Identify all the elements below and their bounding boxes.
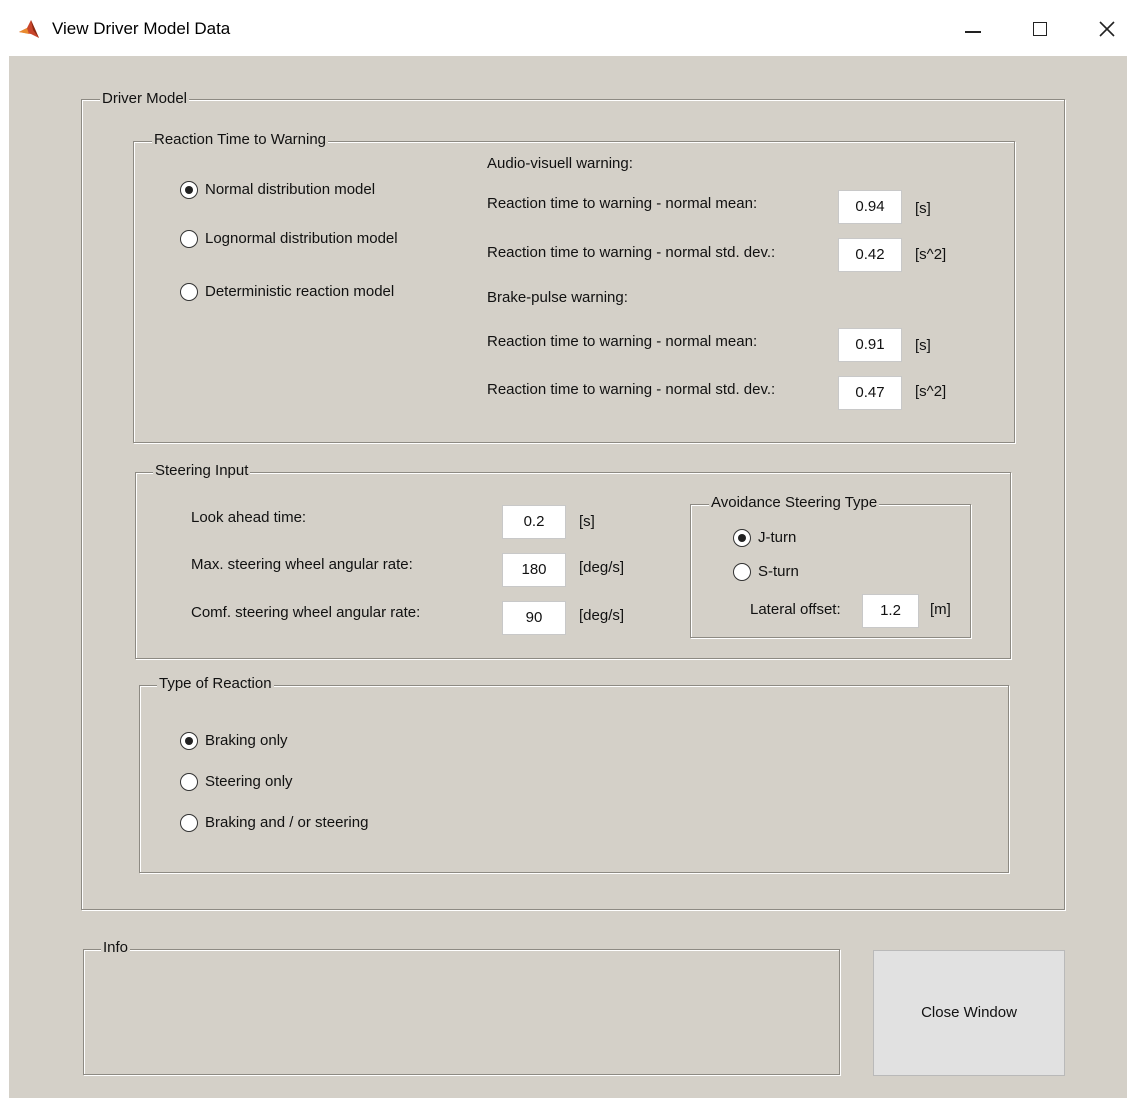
avoidance-steering-legend: Avoidance Steering Type (709, 494, 880, 512)
radio-circle (180, 230, 198, 248)
close-icon (1099, 21, 1115, 37)
lateral-offset-unit: [m] (930, 601, 951, 618)
av-std-label: Reaction time to warning - normal std. d… (487, 244, 776, 261)
lateral-offset-field[interactable]: 1.2 (862, 594, 919, 628)
title-bar: View Driver Model Data (0, 0, 1135, 56)
max-rate-field[interactable]: 180 (502, 553, 566, 587)
window-title: View Driver Model Data (52, 19, 231, 38)
radio-label: Braking only (205, 732, 288, 749)
av-mean-label: Reaction time to warning - normal mean: (487, 195, 758, 212)
maximize-button[interactable] (1017, 10, 1063, 46)
radio-label: S-turn (758, 563, 799, 580)
comf-rate-field[interactable]: 90 (502, 601, 566, 635)
radio-circle (180, 283, 198, 301)
bp-mean-label: Reaction time to warning - normal mean: (487, 333, 758, 350)
matlab-icon (17, 18, 41, 42)
radio-circle (180, 773, 198, 791)
radio-circle (180, 814, 198, 832)
comf-rate-unit: [deg/s] (579, 607, 625, 624)
bp-std-field[interactable]: 0.47 (838, 376, 902, 410)
bp-mean-unit: [s] (915, 337, 931, 354)
max-rate-label: Max. steering wheel angular rate: (191, 556, 413, 573)
comf-rate-label: Comf. steering wheel angular rate: (191, 604, 421, 621)
radio-label: Steering only (205, 773, 293, 790)
info-legend: Info (101, 939, 131, 957)
look-ahead-field[interactable]: 0.2 (502, 505, 566, 539)
radio-label: Lognormal distribution model (205, 230, 398, 247)
av-mean-field[interactable]: 0.94 (838, 190, 902, 224)
minimize-button[interactable] (952, 10, 998, 46)
av-mean-unit: [s] (915, 200, 931, 217)
bp-mean-field[interactable]: 0.91 (838, 328, 902, 362)
max-rate-unit: [deg/s] (579, 559, 625, 576)
bp-std-label: Reaction time to warning - normal std. d… (487, 381, 776, 398)
lateral-offset-label: Lateral offset: (750, 601, 841, 618)
av-std-unit: [s^2] (915, 246, 947, 263)
close-window-button[interactable]: Close Window (873, 950, 1065, 1076)
reaction-time-legend: Reaction Time to Warning (152, 131, 329, 149)
radio-label: Normal distribution model (205, 181, 376, 198)
look-ahead-label: Look ahead time: (191, 509, 307, 526)
brake-pulse-heading: Brake-pulse warning: (487, 289, 628, 306)
look-ahead-unit: [s] (579, 513, 595, 530)
radio-label: J-turn (758, 529, 797, 546)
radio-circle (733, 563, 751, 581)
close-window-x-button[interactable] (1084, 10, 1130, 46)
type-of-reaction-legend: Type of Reaction (157, 675, 274, 693)
radio-circle (180, 181, 198, 199)
radio-circle (180, 732, 198, 750)
info-panel (83, 949, 840, 1075)
av-std-field[interactable]: 0.42 (838, 238, 902, 272)
bp-std-unit: [s^2] (915, 383, 947, 400)
audio-visual-heading: Audio-visuell warning: (487, 155, 633, 172)
radio-label: Braking and / or steering (205, 814, 369, 831)
driver-model-legend: Driver Model (100, 90, 190, 108)
steering-input-legend: Steering Input (153, 462, 251, 480)
radio-circle (733, 529, 751, 547)
radio-label: Deterministic reaction model (205, 283, 395, 300)
